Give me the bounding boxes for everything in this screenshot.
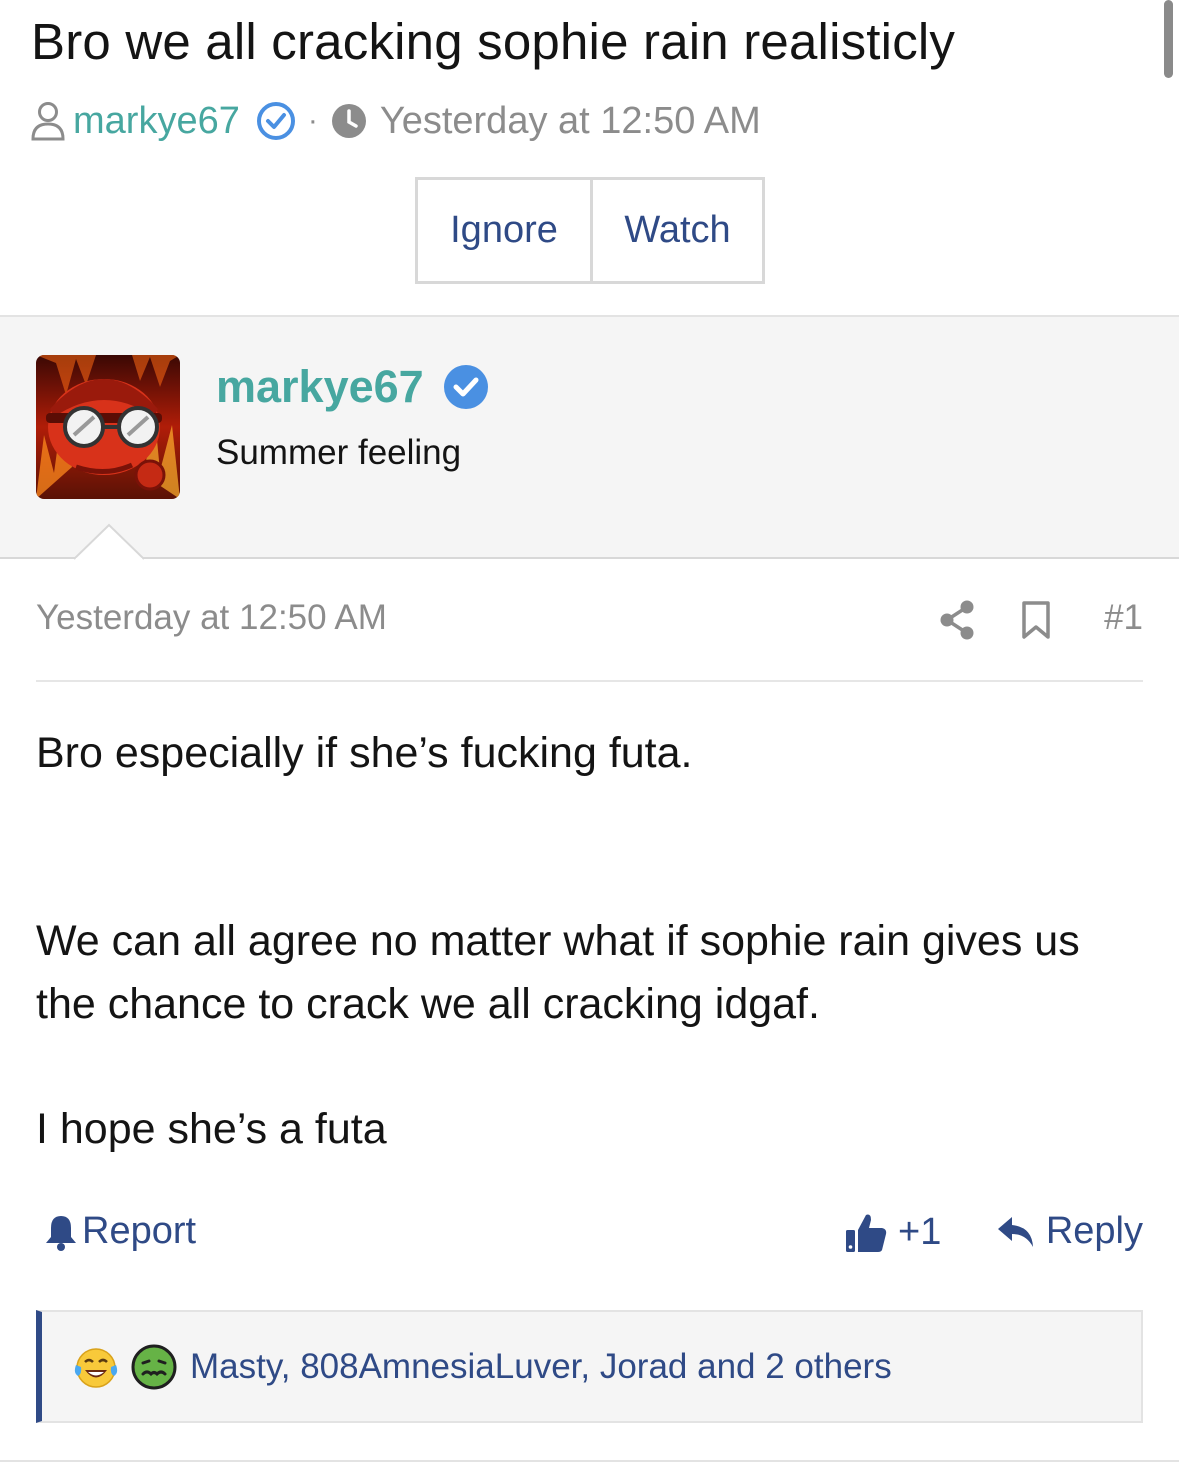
thread-action-buttons: Ignore Watch bbox=[415, 177, 765, 284]
laughing-crying-icon bbox=[74, 1347, 118, 1388]
post-number-link[interactable]: #1 bbox=[1104, 598, 1143, 638]
reply-button[interactable]: Reply bbox=[996, 1210, 1143, 1253]
divider bbox=[0, 1460, 1179, 1462]
post-paragraph: We can all agree no matter what if sophi… bbox=[36, 917, 1080, 1028]
report-button[interactable]: Report bbox=[44, 1210, 196, 1253]
verified-badge-icon bbox=[443, 365, 488, 409]
bookmark-icon[interactable] bbox=[1021, 600, 1051, 640]
thumbs-up-icon bbox=[846, 1214, 887, 1252]
post-user-block: markye67 Summer feeling bbox=[0, 315, 1179, 559]
post-actions: Report +1 Reply bbox=[36, 1210, 1143, 1266]
reply-icon bbox=[997, 1216, 1033, 1247]
user-title: Summer feeling bbox=[216, 433, 462, 472]
ignore-button[interactable]: Ignore bbox=[418, 180, 590, 281]
reactions-bar[interactable]: Masty, 808AmnesiaLuver, Jorad and 2 othe… bbox=[36, 1310, 1143, 1423]
user-icon bbox=[31, 102, 65, 141]
watch-button[interactable]: Watch bbox=[590, 180, 762, 281]
post-paragraph: Bro especially if she’s fucking futa. bbox=[36, 729, 693, 777]
reply-label: Reply bbox=[1045, 1210, 1143, 1252]
like-button[interactable]: +1 bbox=[844, 1210, 941, 1254]
divider bbox=[36, 680, 1143, 682]
post-author-name[interactable]: markye67 bbox=[216, 361, 424, 413]
avatar[interactable] bbox=[36, 355, 180, 499]
clock-icon bbox=[331, 104, 366, 138]
reaction-users-link[interactable]: Masty, 808AmnesiaLuver, Jorad and 2 othe… bbox=[190, 1347, 892, 1387]
user-block-pointer bbox=[74, 523, 144, 561]
share-icon[interactable] bbox=[939, 600, 975, 640]
post-paragraph: I hope she’s a futa bbox=[36, 1105, 387, 1153]
post-date[interactable]: Yesterday at 12:50 AM bbox=[36, 598, 387, 638]
thread-date[interactable]: Yesterday at 12:50 AM bbox=[380, 100, 761, 143]
thread-author-link[interactable]: markye67 bbox=[73, 100, 240, 143]
scrollbar[interactable] bbox=[1164, 0, 1173, 78]
post-meta: Yesterday at 12:50 AM #1 bbox=[36, 598, 1143, 642]
bell-icon bbox=[46, 1215, 76, 1251]
verified-badge-icon bbox=[256, 102, 295, 140]
like-count: +1 bbox=[898, 1210, 942, 1253]
report-label: Report bbox=[82, 1210, 197, 1252]
sick-face-icon bbox=[131, 1344, 177, 1389]
separator-dot: · bbox=[307, 104, 318, 137]
thread-meta: markye67 · Yesterday at 12:50 AM bbox=[31, 98, 761, 144]
thread-title: Bro we all cracking sophie rain realisti… bbox=[31, 13, 956, 70]
